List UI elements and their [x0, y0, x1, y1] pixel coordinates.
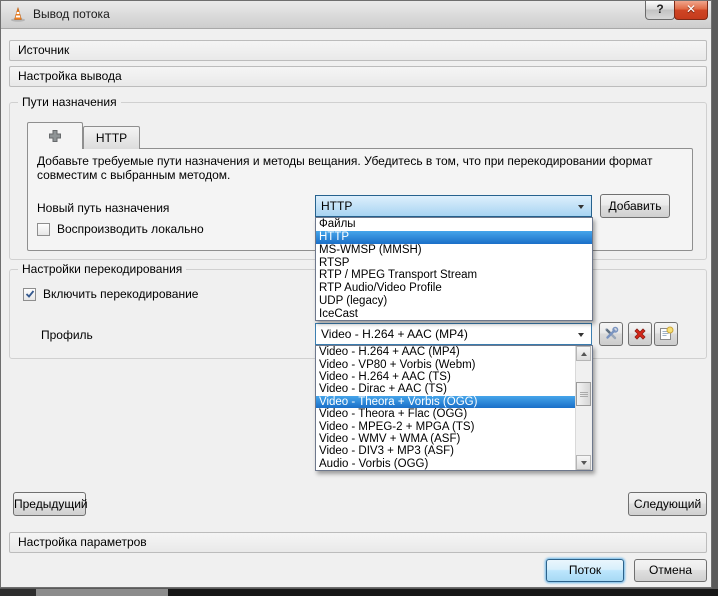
profile-combobox[interactable]: Video - H.264 + AAC (MP4)	[315, 323, 592, 345]
profile-list: Video - H.264 + AAC (MP4) Video - VP80 + …	[316, 346, 576, 470]
profile-option[interactable]: Video - Theora + Flac (OGG)	[316, 408, 576, 420]
tab-http[interactable]: HTTP	[83, 126, 140, 149]
vlc-cone-icon	[11, 6, 25, 22]
cancel-button[interactable]: Отмена	[634, 559, 707, 582]
profile-option[interactable]: Audio - Vorbis (OGG)	[316, 458, 576, 470]
chevron-down-icon	[578, 333, 584, 337]
profile-option[interactable]: Video - Dirac + AAC (TS)	[316, 383, 576, 395]
destination-description: Добавьте требуемые пути назначения и мет…	[37, 154, 653, 182]
profile-option[interactable]: Video - VP80 + Vorbis (Webm)	[316, 358, 576, 371]
play-locally-checkbox[interactable]: Воспроизводить локально	[37, 222, 204, 236]
help-button[interactable]: ?	[645, 1, 675, 20]
new-destination-label: Новый путь назначения	[37, 201, 170, 215]
profile-dropdown: Video - H.264 + AAC (MP4) Video - VP80 + …	[315, 345, 593, 471]
destination-method-dropdown: Файлы HTTP MS-WMSP (MMSH) RTSP RTP / MPEG Tr…	[315, 217, 593, 321]
destination-method-value: HTTP	[321, 199, 353, 213]
dest-method-option[interactable]: RTSP	[316, 256, 592, 269]
checkbox-checked-icon[interactable]	[23, 287, 36, 301]
close-button[interactable]: ✕	[674, 1, 708, 20]
desktop: Вывод потока ? ✕ Источник Настройка выво…	[0, 0, 718, 596]
stream-output-dialog: Вывод потока ? ✕ Источник Настройка выво…	[0, 0, 712, 588]
profile-option[interactable]: Video - WMV + WMA (ASF)	[316, 433, 576, 445]
add-button[interactable]: Добавить	[600, 194, 670, 218]
play-locally-label: Воспроизводить локально	[57, 222, 204, 236]
profile-option[interactable]: Video - H.264 + AAC (MP4)	[316, 346, 576, 358]
scroll-up-icon[interactable]	[576, 346, 591, 361]
section-option-setup[interactable]: Настройка параметров	[9, 532, 707, 553]
dest-method-option[interactable]: RTP / MPEG Transport Stream	[316, 269, 592, 282]
enable-transcoding-label: Включить перекодирование	[43, 287, 199, 301]
profile-scrollbar[interactable]	[575, 346, 592, 470]
destination-method-combobox[interactable]: HTTP	[315, 195, 592, 217]
transcoding-group-title: Настройки перекодирования	[18, 262, 187, 276]
background-strip	[0, 589, 718, 596]
profile-option[interactable]: Video - MPEG-2 + MPGA (TS)	[316, 420, 576, 433]
profile-value: Video - H.264 + AAC (MP4)	[321, 327, 468, 341]
destinations-group-title: Пути назначения	[18, 95, 121, 109]
chevron-down-icon	[578, 205, 584, 209]
tab-add-destination[interactable]	[27, 122, 83, 149]
edit-profile-button[interactable]	[599, 322, 623, 346]
dest-method-option[interactable]: IceCast	[316, 307, 592, 320]
profile-option[interactable]: Video - DIV3 + MP3 (ASF)	[316, 445, 576, 457]
enable-transcoding-checkbox[interactable]: Включить перекодирование	[23, 287, 198, 301]
section-source[interactable]: Источник	[9, 40, 707, 61]
delete-x-icon	[634, 328, 646, 340]
dest-method-option[interactable]: UDP (legacy)	[316, 295, 592, 308]
profile-label: Профиль	[41, 328, 93, 342]
section-output-setup[interactable]: Настройка вывода	[9, 66, 707, 87]
stream-button[interactable]: Поток	[546, 559, 624, 582]
profile-info-button[interactable]	[654, 322, 678, 346]
tools-icon	[605, 326, 619, 340]
dest-method-option[interactable]: Файлы	[316, 218, 592, 231]
profile-option[interactable]: Video - H.264 + AAC (TS)	[316, 371, 576, 383]
dest-method-option[interactable]: RTP Audio/Video Profile	[316, 282, 592, 295]
scroll-down-icon[interactable]	[576, 455, 591, 470]
delete-profile-button[interactable]	[628, 322, 652, 346]
title-bar[interactable]: Вывод потока ? ✕	[1, 1, 711, 29]
next-button[interactable]: Следующий	[628, 492, 707, 516]
dest-method-option[interactable]: HTTP	[316, 230, 592, 244]
plus-icon	[49, 130, 61, 142]
profile-option[interactable]: Video - Theora + Vorbis (OGG)	[316, 395, 576, 409]
dest-method-option[interactable]: MS-WMSP (MMSH)	[316, 244, 592, 257]
scrollbar-thumb[interactable]	[576, 382, 591, 406]
checkbox-unchecked-icon[interactable]	[37, 222, 50, 236]
prev-button[interactable]: Предыдущий	[13, 492, 88, 516]
document-info-icon	[660, 326, 674, 340]
window-title: Вывод потока	[33, 7, 110, 21]
destination-method-list: Файлы HTTP MS-WMSP (MMSH) RTSP RTP / MPEG Tr…	[316, 218, 592, 320]
